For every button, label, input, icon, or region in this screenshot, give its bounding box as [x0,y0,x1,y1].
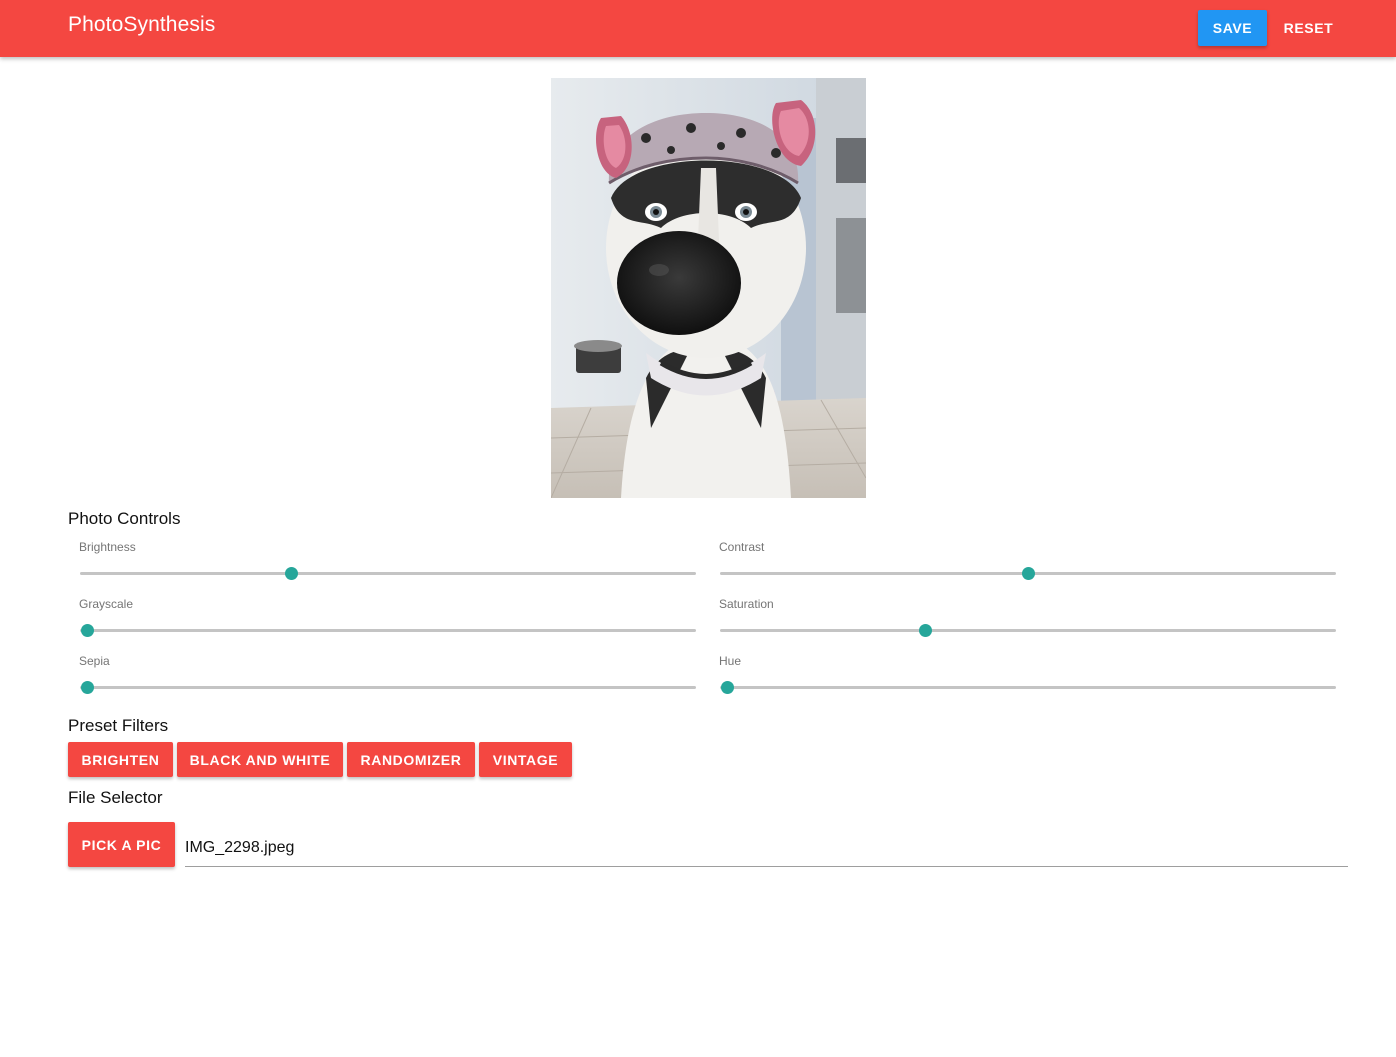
contrast-slider-thumb[interactable] [1021,567,1035,580]
app-bar: PhotoSynthesis SAVE RESET [0,0,1396,57]
saturation-label: Saturation [719,597,774,611]
sepia-slider-thumb[interactable] [80,681,94,694]
file-name-field[interactable] [185,830,1348,867]
file-selector-heading: File Selector [68,788,163,807]
brightness-slider[interactable] [80,567,696,580]
saturation-slider-thumb[interactable] [919,624,933,637]
sepia-slider[interactable] [80,681,696,694]
vintage-button[interactable]: VINTAGE [479,742,572,777]
photo-controls-heading: Photo Controls [68,509,181,528]
sepia-label: Sepia [79,654,110,668]
grayscale-label: Grayscale [79,597,134,611]
contrast-label: Contrast [719,540,765,554]
grayscale-slider[interactable] [80,624,696,637]
app-title: PhotoSynthesis [68,13,216,36]
grayscale-slider-thumb[interactable] [80,624,94,637]
randomizer-button[interactable]: RANDOMIZER [347,742,475,777]
contrast-slider[interactable] [720,567,1336,580]
photo-preview [551,78,866,498]
preset-filters-heading: Preset Filters [68,716,169,735]
reset-button[interactable]: RESET [1275,10,1342,46]
brighten-button[interactable]: BRIGHTEN [68,742,173,777]
save-button[interactable]: SAVE [1198,10,1267,46]
brightness-label: Brightness [79,540,136,554]
hue-label: Hue [719,654,742,668]
saturation-slider[interactable] [720,624,1336,637]
pick-a-pic-button[interactable]: PICK A PIC [68,822,175,867]
brightness-slider-thumb[interactable] [285,567,299,580]
photo-image [551,78,866,498]
hue-slider[interactable] [720,681,1336,694]
hue-slider-thumb[interactable] [720,681,734,694]
black-and-white-button[interactable]: BLACK AND WHITE [177,742,343,777]
